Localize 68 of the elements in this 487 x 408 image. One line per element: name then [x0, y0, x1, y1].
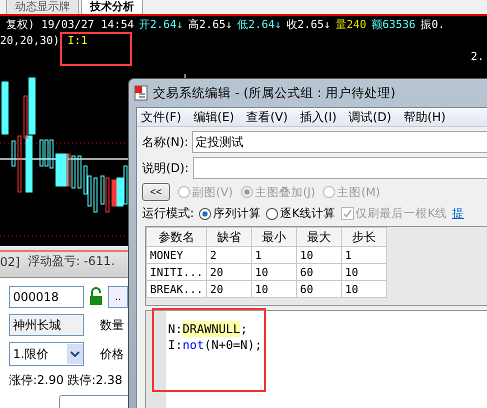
candlestick — [18, 136, 22, 193]
table-cell: 10 — [341, 280, 386, 298]
tab[interactable]: 技术分析 — [81, 0, 143, 14]
chevron-down-icon — [70, 351, 80, 358]
table-cell: MONEY — [146, 246, 206, 264]
column-header[interactable]: 最小 — [251, 228, 296, 246]
table-cell: BREAK... — [146, 280, 206, 298]
account-text: 02] — [0, 254, 20, 269]
candlestick — [94, 178, 98, 213]
stock-name-field: 神州长城 — [9, 314, 84, 336]
column-header[interactable]: 参数名 — [146, 228, 206, 246]
menu-item[interactable]: 文件(F) — [141, 108, 182, 126]
table-cell: INITI... — [146, 264, 206, 280]
stock-code-field[interactable]: 000018 — [9, 286, 84, 308]
candlestick — [2, 82, 8, 135]
order-type-select[interactable]: 1.限价 — [9, 342, 84, 366]
table-cell: 60 — [296, 280, 342, 298]
floating-pnl-text: 浮动盈亏: -611. — [28, 253, 115, 270]
table-cell: 60 — [296, 264, 342, 280]
collapse-button[interactable]: << — [142, 183, 170, 201]
menu-item[interactable]: 编辑(E) — [193, 108, 234, 126]
code-line: I:not(N+0=N); — [168, 337, 265, 353]
table-cell: 20 — [206, 264, 252, 280]
quote-text: 额63536 — [371, 18, 416, 32]
name-label: 名称(N): — [142, 134, 188, 150]
quote-text: 量240 — [335, 18, 366, 32]
table-cell: 1 — [341, 246, 386, 264]
menu-item[interactable]: 插入(I) — [300, 108, 337, 126]
table-cell: 10 — [251, 264, 296, 280]
run-mode-label: 运行模式: — [142, 205, 194, 222]
indicator-value: I:1 — [68, 34, 88, 48]
price-tick: 2. — [470, 50, 484, 64]
run-mode-radio[interactable]: 序列计算 — [199, 206, 262, 221]
quote-text: 收2.65↓ — [286, 18, 330, 32]
quote-text: 复权) 19/03/27 14:54 — [6, 18, 134, 32]
quantity-label: 数量 — [100, 316, 124, 334]
table-cell: 1 — [251, 246, 296, 264]
quote-text: 振0. — [420, 18, 445, 32]
hint-link[interactable]: 提 — [452, 206, 464, 221]
description-field[interactable] — [192, 157, 487, 179]
menu-item[interactable]: 帮助(H) — [403, 108, 446, 126]
quote-text: 低2.64↓ — [237, 18, 282, 32]
menu-item[interactable]: 查看(V) — [246, 108, 288, 126]
table-cell: 10 — [296, 246, 342, 264]
price-limits-text: 涨停:2.90 跌停:2.38 — [9, 372, 124, 390]
column-header[interactable]: 步长 — [341, 228, 386, 246]
price-label: 价格 — [100, 346, 124, 363]
table-cell: 10 — [251, 280, 296, 298]
table-cell: 20 — [206, 280, 252, 298]
table-cell: 10 — [341, 264, 386, 280]
browse-button[interactable]: .. — [108, 286, 128, 308]
code-editor[interactable]: N:DRAWNULL; I:not(N+0=N); — [145, 310, 487, 408]
candlestick — [78, 156, 82, 189]
name-field[interactable]: 定投测试 — [192, 131, 487, 153]
run-mode-radio[interactable]: 逐K线计算 — [266, 206, 336, 221]
indicator-params: 20,20,30) — [0, 34, 60, 48]
quote-text: 高2.65↓ — [188, 18, 232, 32]
window-title: 交易系统编辑 - (所属公式组 : 用户待处理) — [153, 84, 396, 102]
formula-document-icon — [133, 85, 149, 101]
quote-text: 开2.64↓ — [138, 18, 184, 32]
menu-item[interactable]: 调试(D) — [348, 108, 392, 126]
description-label: 说明(D): — [142, 160, 189, 176]
tab[interactable]: 动态显示牌 — [6, 0, 79, 14]
column-header[interactable]: 缺省 — [206, 228, 252, 246]
column-header[interactable]: 最大 — [296, 228, 342, 246]
candlestick — [12, 140, 16, 167]
annotation-frame — [60, 32, 132, 66]
table-cell: 2 — [206, 246, 252, 264]
